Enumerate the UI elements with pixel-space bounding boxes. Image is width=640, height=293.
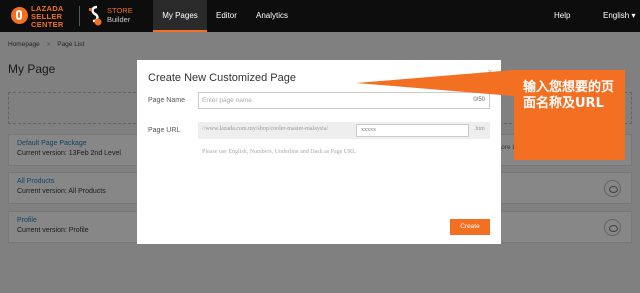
- nav-my-pages[interactable]: My Pages: [153, 0, 207, 32]
- url-hint: Please use English, Numbers, Underline a…: [202, 149, 356, 155]
- page-name-placeholder: Enter page name: [202, 97, 252, 104]
- chevron-down-icon: ▾: [631, 11, 636, 20]
- store-builder-logo[interactable]: STORE Builder: [107, 6, 133, 24]
- store-builder-icon: [89, 5, 102, 26]
- dialog-title: Create New Customized Page: [148, 72, 296, 84]
- logo-divider: [79, 6, 80, 26]
- page-name-label: Page Name: [148, 97, 185, 104]
- nav-help[interactable]: Help: [554, 0, 570, 32]
- seller-center-logo[interactable]: LAZADA SELLER CENTER: [31, 5, 64, 29]
- store-builder-line2: Builder: [107, 15, 131, 24]
- url-prefix: //www.lazada.com.my/shop/cooler-master-m…: [202, 126, 329, 132]
- store-builder-line1: STORE: [107, 6, 133, 15]
- callout-text: 输入您想要的页面名称及URL: [523, 80, 615, 111]
- language-selector[interactable]: English ▾: [603, 0, 636, 32]
- create-button[interactable]: Create: [450, 219, 490, 235]
- language-label: English: [603, 11, 630, 20]
- top-navigation-bar: LAZADA SELLER CENTER STORE Builder My Pa…: [0, 0, 640, 32]
- lazada-logo-icon: [11, 7, 28, 24]
- nav-editor[interactable]: Editor: [216, 0, 237, 32]
- logo-line: CENTER: [31, 20, 64, 29]
- page-url-label: Page URL: [148, 127, 181, 134]
- nav-analytics[interactable]: Analytics: [256, 0, 288, 32]
